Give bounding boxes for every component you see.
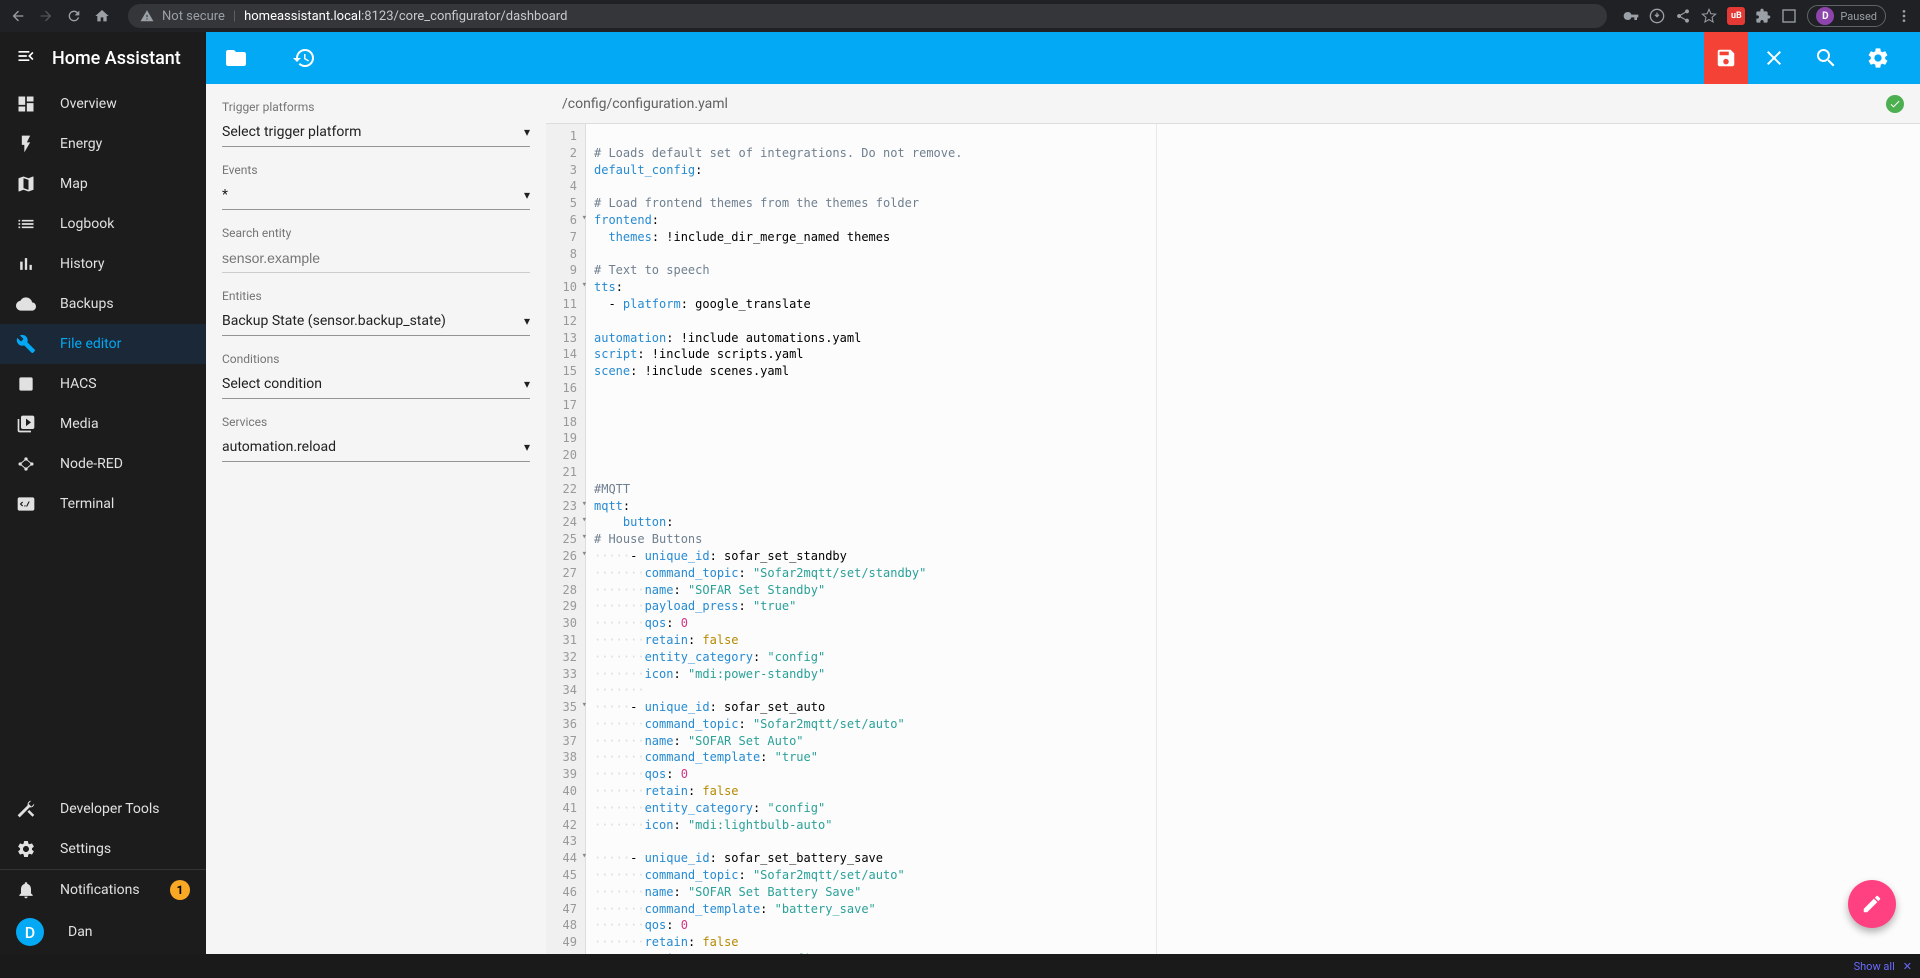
hamburger-icon[interactable] — [16, 46, 36, 70]
search-input[interactable] — [222, 244, 530, 273]
sidebar-label: Logbook — [60, 216, 114, 232]
forward-button[interactable] — [36, 6, 56, 26]
sidebar-item-media[interactable]: Media — [0, 404, 206, 444]
browser-chrome: Not secure | homeassistant.local:8123/co… — [0, 0, 1920, 32]
history-button[interactable] — [290, 44, 318, 72]
sidebar-label: Energy — [60, 136, 102, 152]
cloud-icon — [16, 294, 36, 314]
url-path: :8123/core_configurator/dashboard — [361, 9, 567, 24]
paused-label: Paused — [1840, 10, 1877, 23]
fab-edit[interactable] — [1848, 880, 1896, 928]
extensions-icon[interactable] — [1755, 8, 1771, 24]
sidebar-item-overview[interactable]: Overview — [0, 84, 206, 124]
home-button[interactable] — [92, 6, 112, 26]
bell-icon — [16, 880, 36, 900]
sidebar-label: Settings — [60, 841, 111, 857]
sidebar-item-settings[interactable]: Settings — [0, 829, 206, 869]
user-profile[interactable]: D Dan — [0, 910, 206, 954]
nodes-icon — [16, 454, 36, 474]
file-path: /config/configuration.yaml — [562, 96, 728, 112]
valid-icon — [1886, 95, 1904, 113]
sidebar-label: History — [60, 256, 105, 272]
search-label: Search entity — [222, 226, 530, 240]
menu-icon[interactable] — [1896, 8, 1912, 24]
sidebar-label: File editor — [60, 336, 121, 352]
sidebar-label: Backups — [60, 296, 114, 312]
sidebar-label: HACS — [60, 376, 97, 392]
search-button[interactable] — [1812, 44, 1840, 72]
share-icon[interactable] — [1675, 8, 1691, 24]
profile-avatar-icon: D — [1816, 7, 1834, 25]
sidebar: Home Assistant Overview Energy Map Logbo… — [0, 32, 206, 954]
insecure-icon — [140, 9, 154, 23]
editor-panel: /config/configuration.yaml 1234567891011… — [546, 84, 1920, 954]
sidebar-label: Terminal — [60, 496, 114, 512]
terminal-icon — [16, 494, 36, 514]
notification-badge: 1 — [170, 880, 190, 900]
sidebar-label: Map — [60, 176, 88, 192]
chart-icon — [16, 254, 36, 274]
services-select[interactable]: automation.reload — [222, 433, 530, 462]
conditions-select[interactable]: Select condition — [222, 370, 530, 399]
star-icon[interactable] — [1701, 8, 1717, 24]
sidebar-item-map[interactable]: Map — [0, 164, 206, 204]
folder-button[interactable] — [222, 44, 250, 72]
taskbar: Show all✕ — [0, 954, 1920, 978]
flash-icon — [16, 134, 36, 154]
play-icon — [16, 414, 36, 434]
profile-paused[interactable]: D Paused — [1807, 5, 1886, 27]
hacs-icon — [16, 374, 36, 394]
url-host: homeassistant.local — [244, 9, 361, 24]
settings-button[interactable] — [1864, 44, 1892, 72]
install-icon[interactable] — [1649, 8, 1665, 24]
key-icon[interactable] — [1623, 8, 1639, 24]
map-icon — [16, 174, 36, 194]
sidebar-item-history[interactable]: History — [0, 244, 206, 284]
dashboard-icon — [16, 94, 36, 114]
sidebar-item-energy[interactable]: Energy — [0, 124, 206, 164]
code-editor[interactable]: 1234567891011121314151617181920212223242… — [546, 124, 1920, 954]
hammer-icon — [16, 799, 36, 819]
services-label: Services — [222, 415, 530, 429]
sidebar-item-devtools[interactable]: Developer Tools — [0, 789, 206, 829]
sidebar-label: Media — [60, 416, 99, 432]
url-bar[interactable]: Not secure | homeassistant.local:8123/co… — [128, 4, 1607, 28]
sidebar-label: Developer Tools — [60, 801, 160, 817]
entities-label: Entities — [222, 289, 530, 303]
user-name: Dan — [68, 924, 93, 940]
sidebar-item-node-red[interactable]: Node-RED — [0, 444, 206, 484]
app-title: Home Assistant — [52, 48, 181, 69]
top-bar — [206, 32, 1920, 84]
sidebar-item-terminal[interactable]: Terminal — [0, 484, 206, 524]
show-all-link[interactable]: Show all — [1854, 960, 1895, 973]
conditions-label: Conditions — [222, 352, 530, 366]
sidebar-item-notifications[interactable]: Notifications 1 — [0, 870, 206, 910]
user-avatar-icon: D — [16, 918, 44, 946]
reload-button[interactable] — [64, 6, 84, 26]
sidebar-label: Node-RED — [60, 456, 123, 472]
trigger-select[interactable]: Select trigger platform — [222, 118, 530, 147]
events-label: Events — [222, 163, 530, 177]
sidebar-item-logbook[interactable]: Logbook — [0, 204, 206, 244]
events-select[interactable]: * — [222, 181, 530, 210]
insecure-label: Not secure — [162, 9, 225, 24]
wrench-icon — [16, 334, 36, 354]
save-button[interactable] — [1704, 32, 1748, 84]
ublock-extension-icon[interactable]: uB — [1727, 7, 1745, 25]
gear-icon — [16, 839, 36, 859]
list-icon — [16, 214, 36, 234]
sidebar-label: Notifications — [60, 882, 140, 898]
sidebar-label: Overview — [60, 96, 117, 112]
trigger-label: Trigger platforms — [222, 100, 530, 114]
close-button[interactable] — [1760, 44, 1788, 72]
sidebar-item-file-editor[interactable]: File editor — [0, 324, 206, 364]
panel-icon[interactable] — [1781, 8, 1797, 24]
sidebar-item-hacs[interactable]: HACS — [0, 364, 206, 404]
sidebar-item-backups[interactable]: Backups — [0, 284, 206, 324]
back-button[interactable] — [8, 6, 28, 26]
entities-select[interactable]: Backup State (sensor.backup_state) — [222, 307, 530, 336]
left-panel: Trigger platforms Select trigger platform… — [206, 84, 546, 954]
